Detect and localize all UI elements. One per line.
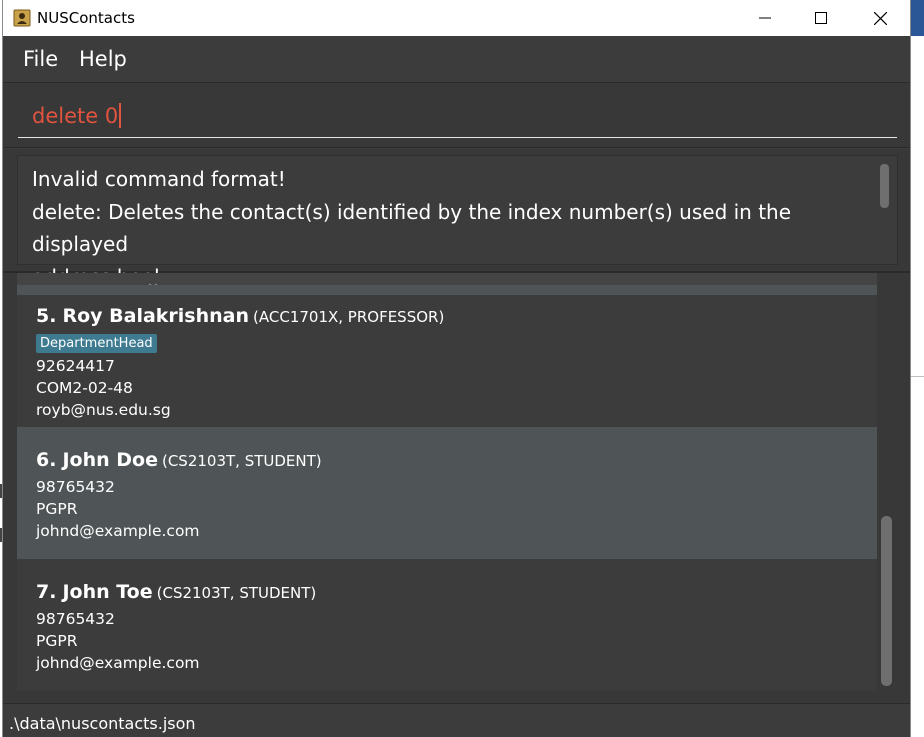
contact-phone: 98765432	[36, 478, 115, 496]
minimize-icon	[759, 17, 771, 19]
status-bar: .\data\nuscontacts.json	[3, 703, 910, 737]
contact-index: 5.	[36, 305, 57, 327]
save-location-path: .\data\nuscontacts.json	[9, 714, 196, 733]
contact-email: royb@nus.edu.sg	[36, 401, 171, 419]
contact-address: COM2-02-48	[36, 379, 133, 397]
contact-module-role: (ACC1701X, PROFESSOR)	[253, 308, 445, 326]
contact-index: 7.	[36, 581, 57, 603]
contact-phone: 98765432	[36, 610, 115, 628]
contact-phone: 92624417	[36, 357, 115, 375]
maximize-button[interactable]	[792, 0, 850, 36]
contact-name: John Doe	[62, 449, 158, 471]
contact-index: 6.	[36, 449, 57, 471]
contact-module-role: (CS2103T, STUDENT)	[161, 452, 322, 470]
command-box-area: delete 0	[3, 83, 910, 148]
result-display[interactable]: Invalid command format! delete: Deletes …	[17, 155, 898, 289]
result-line: delete: Deletes the contact(s) identifie…	[32, 199, 792, 257]
contact-name: Roy Balakrishnan	[62, 305, 250, 327]
result-display-area: Invalid command format! delete: Deletes …	[3, 149, 910, 289]
title-bar[interactable]: NUSContacts	[3, 0, 910, 36]
contact-address: PGPR	[36, 632, 78, 650]
contact-name: John Toe	[62, 581, 153, 603]
contact-tag: DepartmentHead	[36, 334, 157, 353]
contact-email: johnd@example.com	[36, 654, 200, 672]
contact-card[interactable]: 7. John Toe (CS2103T, STUDENT) 98765432 PG…	[17, 559, 877, 691]
minimize-button[interactable]	[736, 0, 794, 36]
contact-module-role: (CS2103T, STUDENT)	[156, 584, 317, 602]
contact-book-icon	[13, 9, 31, 27]
desktop-background-line	[910, 376, 924, 377]
contact-card-selected[interactable]: 6. John Doe (CS2103T, STUDENT) 98765432 PG…	[17, 427, 877, 559]
command-input-text: delete 0	[32, 104, 119, 128]
selection-sliver	[17, 285, 877, 295]
window-title: NUSContacts	[37, 9, 135, 27]
contact-list-scrollbar-thumb[interactable]	[881, 516, 892, 686]
contact-card[interactable]: 5. Roy Balakrishnan (ACC1701X, PROFESSOR) …	[17, 295, 877, 427]
app-window: NUSContacts File Help delete 0 Invalid c…	[3, 0, 910, 737]
contact-list-area: 5. Roy Balakrishnan (ACC1701X, PROFESSOR) …	[3, 273, 910, 703]
command-input[interactable]: delete 0	[18, 95, 897, 138]
contact-address: PGPR	[36, 500, 78, 518]
contact-email: johnd@example.com	[36, 522, 200, 540]
maximize-icon	[815, 12, 827, 24]
contact-list[interactable]: 5. Roy Balakrishnan (ACC1701X, PROFESSOR) …	[17, 273, 877, 691]
result-line: Invalid command format!	[32, 167, 286, 191]
text-caret	[119, 103, 122, 128]
menu-help[interactable]: Help	[79, 47, 127, 71]
close-button[interactable]	[851, 0, 909, 36]
menu-file[interactable]: File	[23, 47, 58, 71]
result-scrollbar-thumb[interactable]	[880, 164, 889, 208]
close-icon	[873, 11, 887, 25]
desktop-background-strip	[910, 0, 924, 36]
partial-list-item[interactable]	[17, 273, 877, 295]
menu-bar: File Help	[3, 36, 910, 83]
